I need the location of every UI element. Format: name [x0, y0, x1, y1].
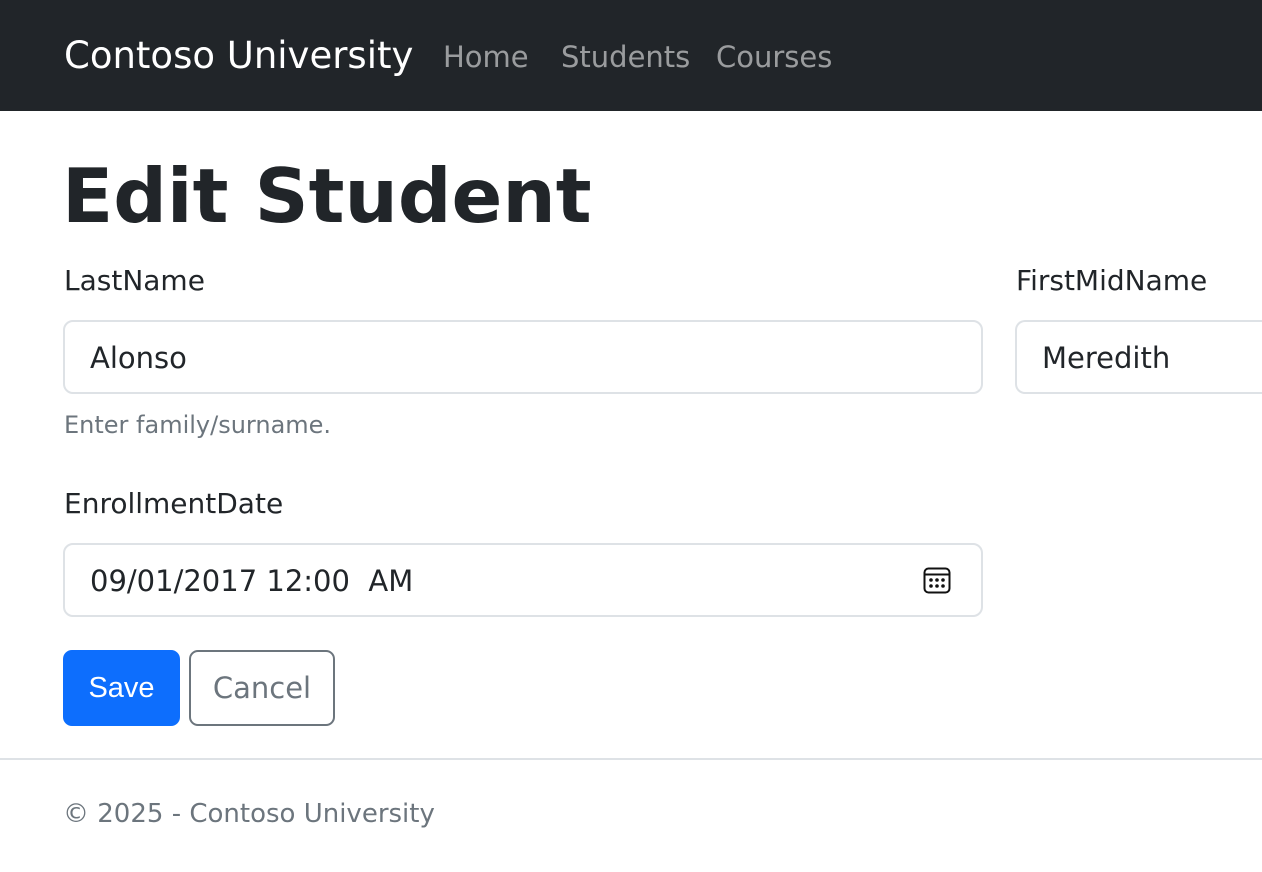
first-mid-name-label: FirstMidName [1016, 264, 1208, 297]
top-navbar: Contoso University Home Students Courses [0, 0, 1262, 111]
enrollment-date-value: 09/01/2017 12:00 AM [90, 564, 414, 598]
save-button[interactable]: Save [63, 650, 180, 726]
nav-link-students[interactable]: Students [561, 38, 690, 76]
calendar-icon[interactable] [923, 566, 951, 594]
last-name-label: LastName [64, 264, 205, 297]
nav-link-courses[interactable]: Courses [716, 38, 832, 76]
footer-divider [0, 758, 1262, 760]
cancel-button[interactable]: Cancel [189, 650, 335, 726]
enrollment-date-input[interactable]: 09/01/2017 12:00 AM [63, 543, 983, 617]
footer-text: © 2025 - Contoso University [63, 799, 435, 829]
last-name-help-text: Enter family/surname. [64, 411, 332, 439]
first-mid-name-input[interactable]: Meredith [1015, 320, 1262, 394]
brand-link[interactable]: Contoso University [64, 34, 413, 78]
last-name-input[interactable]: Alonso [63, 320, 983, 394]
enrollment-date-label: EnrollmentDate [64, 487, 284, 520]
nav-link-home[interactable]: Home [443, 38, 529, 76]
first-mid-name-value: Meredith [1042, 341, 1171, 375]
last-name-value: Alonso [90, 341, 187, 375]
page-title: Edit Student [62, 152, 592, 240]
